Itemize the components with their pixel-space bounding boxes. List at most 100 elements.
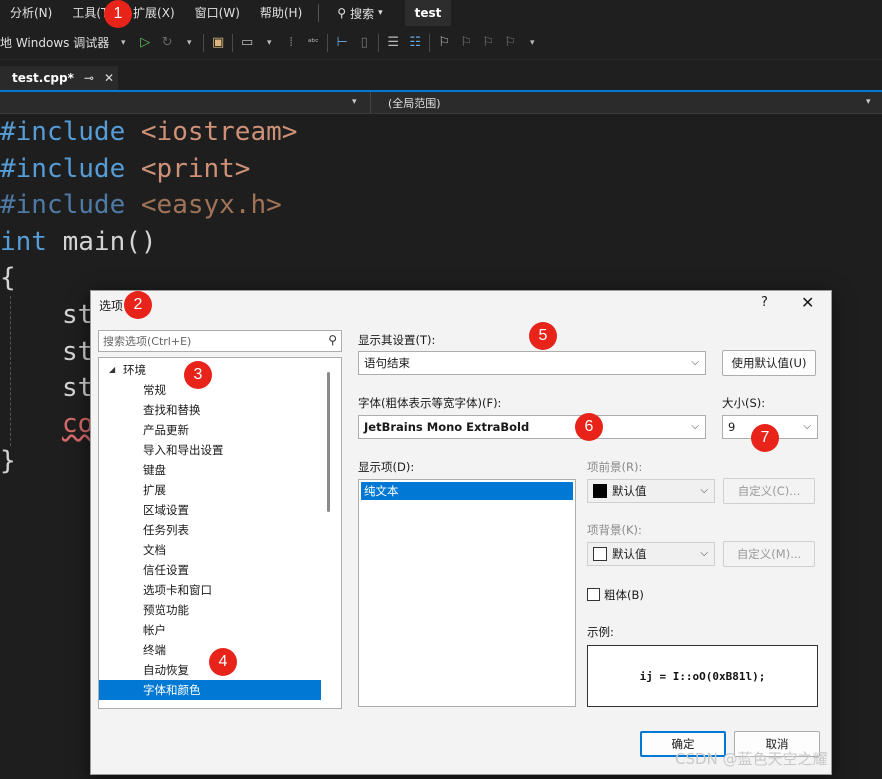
show-settings-value: 语句结束 [364, 356, 410, 370]
foreground-dropdown[interactable]: 默认值 ⌵ [587, 479, 715, 503]
tree-item-import-export[interactable]: 导入和导出设置 [99, 440, 321, 460]
dialog-close-button[interactable]: ✕ [801, 293, 814, 312]
search-icon[interactable]: ⚲ [328, 333, 337, 347]
menu-bar: 分析(N) 工具(T) 扩展(X) 窗口(W) 帮助(H) ⚲ 搜索 ▾ tes… [0, 0, 882, 26]
show-settings-dropdown[interactable]: 语句结束 ⌵ [358, 351, 706, 375]
annotation-badge-7: 7 [751, 424, 779, 452]
chevron-down-icon[interactable]: ▾ [524, 35, 540, 51]
spellcheck-icon[interactable]: ᵃᵇᶜ [305, 35, 321, 51]
scope-dropdown[interactable]: (全局范围) [388, 95, 441, 111]
window-icon[interactable]: ▭ [239, 35, 255, 51]
refresh-icon[interactable]: ↻ [159, 35, 175, 51]
tree-item-extensions[interactable]: 扩展 [99, 480, 321, 500]
display-items-list[interactable]: 纯文本 [358, 479, 576, 707]
background-custom-button[interactable]: 自定义(M)... [723, 541, 815, 567]
menu-help[interactable]: 帮助(H) [250, 0, 312, 26]
search-label: 搜索 [350, 6, 375, 21]
bookmark-clear-icon[interactable]: ⚐ [502, 35, 518, 51]
font-label: 字体(粗体表示等宽字体)(F): [358, 396, 502, 410]
close-icon[interactable]: ✕ [104, 71, 114, 85]
code-line-6: st [62, 300, 94, 330]
chevron-down-icon: ⌵ [700, 548, 708, 559]
menu-extensions[interactable]: 扩展(X) [123, 0, 185, 26]
options-search: ⚲ [98, 330, 342, 352]
tree-item-preview-features[interactable]: 预览功能 [99, 600, 321, 620]
uncomment-icon[interactable]: ☷ [407, 35, 423, 51]
search-button[interactable]: ⚲ 搜索 ▾ [325, 5, 394, 22]
background-label: 项背景(K): [587, 523, 642, 537]
help-button[interactable]: ? [761, 295, 768, 310]
pin-icon[interactable]: ⊸ [84, 71, 94, 85]
color-swatch [593, 546, 607, 561]
tab-title: test.cpp* [12, 71, 74, 85]
grid-icon[interactable]: ⁞ [283, 35, 299, 51]
color-swatch [593, 483, 607, 498]
chevron-down-icon[interactable]: ▾ [866, 97, 871, 107]
bold-checkbox[interactable] [587, 588, 600, 601]
display-items-label: 显示项(D): [358, 460, 415, 474]
chevron-down-icon[interactable]: ▾ [261, 35, 277, 51]
tree-item-locale[interactable]: 区域设置 [99, 500, 321, 520]
tree-item-product-updates[interactable]: 产品更新 [99, 420, 321, 440]
chevron-down-icon[interactable]: ▾ [181, 35, 197, 51]
dialog-title: 选项 [99, 299, 124, 313]
foreground-custom-button[interactable]: 自定义(C)... [723, 478, 815, 504]
tree-item-trust-settings[interactable]: 信任设置 [99, 560, 321, 580]
comment-icon[interactable]: ☰ [385, 35, 401, 51]
toolbar: 地 Windows 调试器 ▾ ▷ ↻ ▾ ▣ ▭ ▾ ⁞ ᵃᵇᶜ ⊢ ▯ ☰ … [0, 26, 882, 60]
chevron-down-icon: ⌵ [700, 485, 708, 496]
solution-title: test [404, 0, 452, 26]
font-value: JetBrains Mono ExtraBold [364, 420, 530, 434]
tree-scrollbar[interactable] [327, 372, 330, 512]
code-line-10: } [0, 446, 16, 476]
annotation-badge-6: 6 [575, 413, 603, 441]
toolbar-divider [429, 33, 431, 52]
tree-item-find-replace[interactable]: 查找和替换 [99, 400, 321, 420]
debugger-selector[interactable]: 地 Windows 调试器 [0, 34, 109, 51]
list-item[interactable]: 纯文本 [361, 482, 573, 500]
chevron-down-icon[interactable]: ▾ [115, 35, 131, 51]
folder-icon[interactable]: ▣ [210, 35, 226, 51]
layout-icon[interactable]: ▯ [356, 35, 372, 51]
foreground-value: 默认值 [612, 484, 647, 498]
tree-node-label: 环境 [123, 363, 146, 377]
caret-down-icon[interactable]: ◢ [109, 360, 115, 380]
annotation-badge-3: 3 [184, 361, 212, 389]
annotation-badge-1: 1 [104, 0, 132, 28]
tree-item-general[interactable]: 常规 [99, 380, 321, 400]
background-dropdown[interactable]: 默认值 ⌵ [587, 542, 715, 566]
sample-label: 示例: [587, 625, 614, 639]
use-defaults-button[interactable]: 使用默认值(U) [722, 350, 816, 376]
tree-item-accounts[interactable]: 帐户 [99, 620, 321, 640]
background-value: 默认值 [612, 547, 647, 561]
annotation-badge-2: 2 [124, 291, 152, 319]
search-icon: ⚲ [337, 6, 347, 20]
sample-text: ij = I::oO(0xB81l); [639, 669, 766, 683]
tree-item-documents[interactable]: 文档 [99, 540, 321, 560]
align-icon[interactable]: ⊢ [334, 35, 350, 51]
tree-item-fonts-colors[interactable]: 字体和颜色 [99, 680, 321, 700]
document-tab-bar: test.cpp* ⊸ ✕ [0, 66, 882, 92]
bookmark-next-icon[interactable]: ⚐ [480, 35, 496, 51]
show-settings-label: 显示其设置(T): [358, 333, 436, 347]
nav-divider [370, 92, 371, 114]
sample-preview: ij = I::oO(0xB81l); [587, 645, 818, 707]
tree-item-keyboard[interactable]: 键盘 [99, 460, 321, 480]
bookmark-icon[interactable]: ⚐ [436, 35, 452, 51]
tab-test-cpp[interactable]: test.cpp* ⊸ ✕ [0, 66, 118, 90]
tree-item-task-list[interactable]: 任务列表 [99, 520, 321, 540]
options-search-input[interactable] [99, 331, 309, 351]
foreground-label: 项前景(R): [587, 460, 643, 474]
tree-item-tabs-windows[interactable]: 选项卡和窗口 [99, 580, 321, 600]
play-icon[interactable]: ▷ [137, 35, 153, 51]
chevron-down-icon[interactable]: ▾ [352, 97, 357, 107]
code-line-4: int main() [0, 227, 157, 257]
code-line-7: st [62, 337, 94, 367]
chevron-down-icon: ⌵ [691, 357, 699, 368]
bookmark-prev-icon[interactable]: ⚐ [458, 35, 474, 51]
menu-analyze[interactable]: 分析(N) [0, 0, 62, 26]
font-dropdown[interactable]: JetBrains Mono ExtraBold ⌵ [358, 415, 706, 439]
menu-window[interactable]: 窗口(W) [185, 0, 250, 26]
chevron-down-icon: ▾ [378, 8, 383, 18]
chevron-down-icon: ⌵ [803, 421, 811, 432]
